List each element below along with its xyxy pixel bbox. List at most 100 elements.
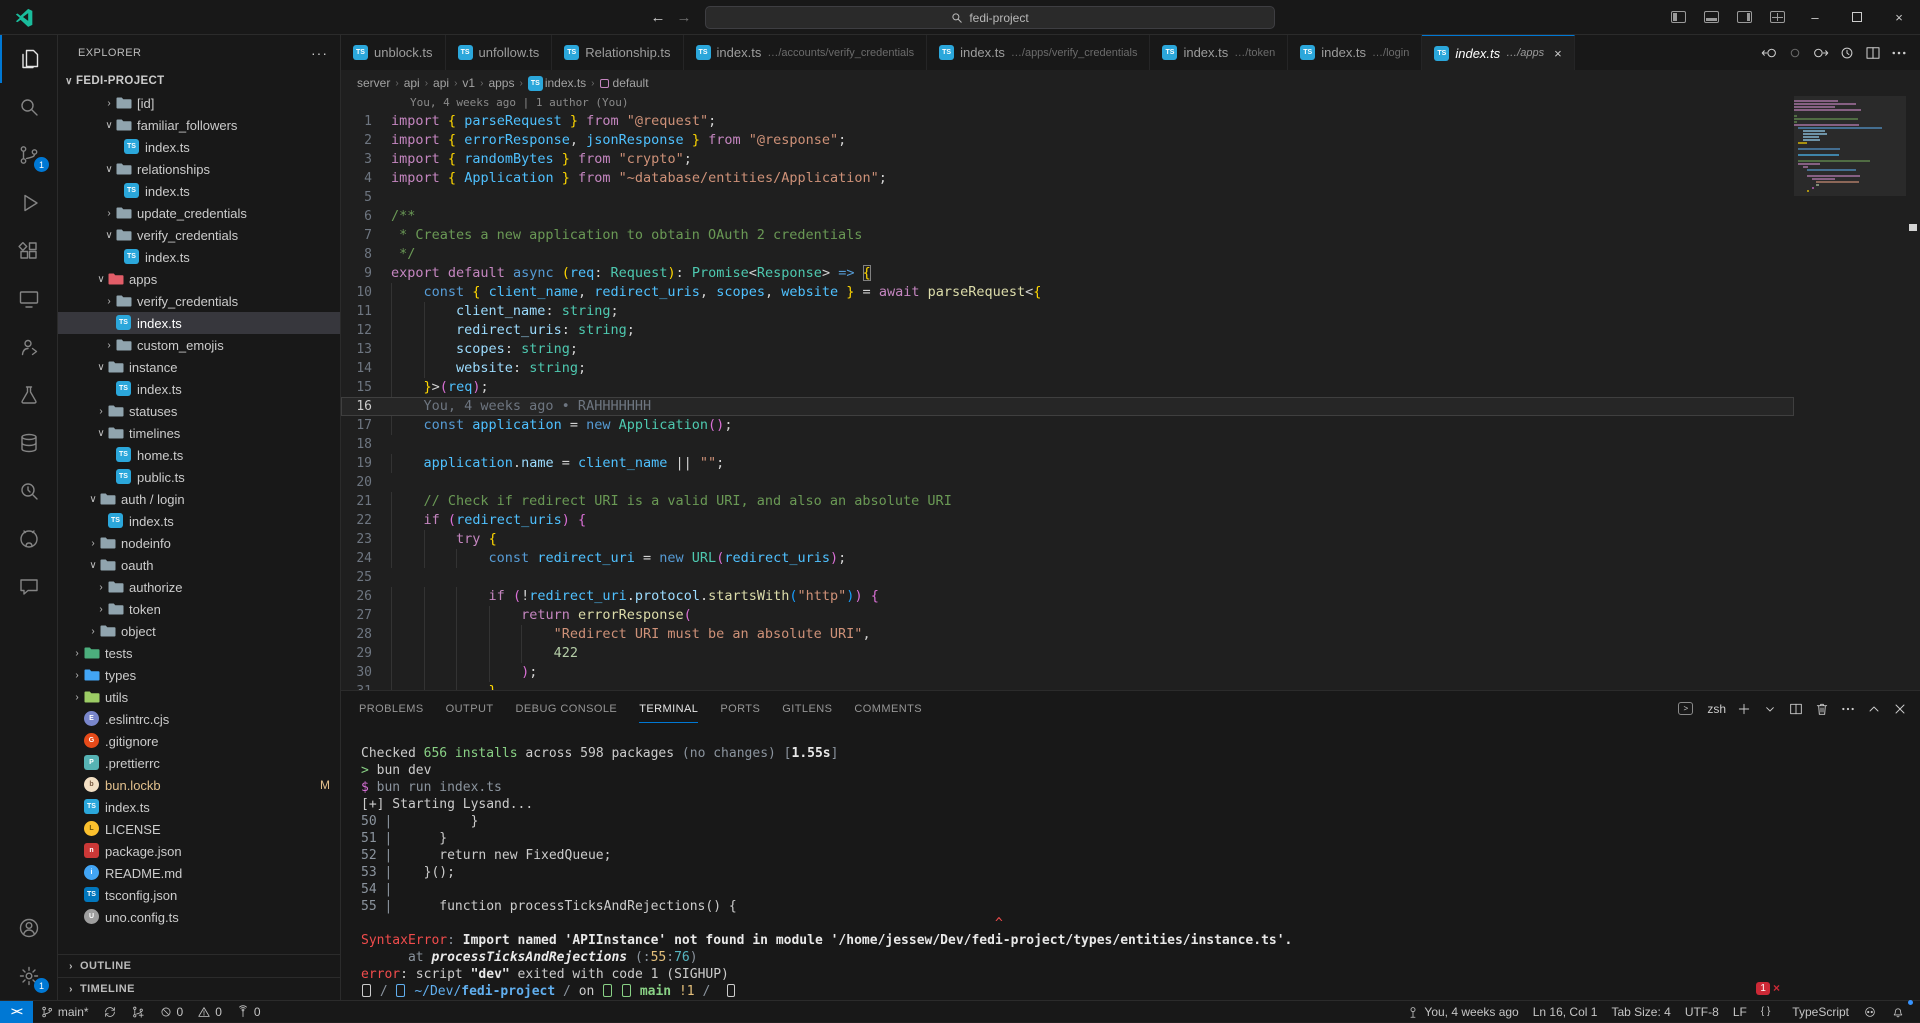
- tree-folder-tests[interactable]: ›tests: [58, 642, 340, 664]
- panel-tab-terminal[interactable]: TERMINAL: [639, 694, 698, 723]
- tree-folder-auth-login[interactable]: ∨auth / login: [58, 488, 340, 510]
- maximize-button[interactable]: [1836, 0, 1878, 34]
- tree-folder-nodeinfo[interactable]: ›nodeinfo: [58, 532, 340, 554]
- tree-item-fedi-project[interactable]: ∨FEDI-PROJECT: [58, 70, 340, 92]
- terminal-error-badge[interactable]: 1 ×: [1756, 981, 1780, 995]
- command-center-search[interactable]: fedi-project: [705, 6, 1275, 29]
- breadcrumb-item-api[interactable]: api: [404, 76, 420, 90]
- statusbar-problems-errors[interactable]: 0: [152, 1001, 191, 1023]
- close-tab-icon[interactable]: ×: [1554, 46, 1562, 61]
- statusbar-problems-warnings[interactable]: 0: [190, 1001, 229, 1023]
- next-change-icon[interactable]: [1810, 42, 1832, 64]
- toggle-panel-icon[interactable]: [1704, 11, 1719, 23]
- tree-folder-familiar-followers[interactable]: ∨familiar_followers: [58, 114, 340, 136]
- tab-unblock-ts[interactable]: TSunblock.ts: [341, 35, 446, 70]
- split-editor-icon[interactable]: [1862, 42, 1884, 64]
- breadcrumb-item-v1[interactable]: v1: [462, 76, 475, 90]
- tree-item--eslintrc-cjs[interactable]: E.eslintrc.cjs: [58, 708, 340, 730]
- tree-item-index-ts[interactable]: TSindex.ts: [58, 180, 340, 202]
- split-terminal-icon[interactable]: [1788, 701, 1804, 717]
- activity-item-comments[interactable]: [0, 563, 58, 611]
- statusbar-remote[interactable]: ><: [0, 1001, 33, 1023]
- panel-tab-output[interactable]: OUTPUT: [446, 694, 494, 723]
- timeline-section[interactable]: ›TIMELINE: [58, 977, 341, 1000]
- more-actions-icon[interactable]: [1888, 42, 1910, 64]
- previous-change-icon[interactable]: [1784, 42, 1806, 64]
- statusbar-language[interactable]: { }TypeScript: [1754, 1001, 1856, 1023]
- tree-folder-instance[interactable]: ∨instance: [58, 356, 340, 378]
- new-terminal-icon[interactable]: [1736, 701, 1752, 717]
- statusbar-cursor-position[interactable]: Ln 16, Col 1: [1526, 1001, 1605, 1023]
- tree-folder-verify-credentials[interactable]: ›verify_credentials: [58, 290, 340, 312]
- tree-item-index-ts[interactable]: TSindex.ts: [58, 796, 340, 818]
- panel-tab-debug-console[interactable]: DEBUG CONSOLE: [516, 694, 618, 723]
- activity-item-database[interactable]: [0, 419, 58, 467]
- minimize-button[interactable]: –: [1794, 0, 1836, 34]
- activity-item-manage[interactable]: 1: [0, 952, 58, 1000]
- breadcrumb-item-api[interactable]: api: [433, 76, 449, 90]
- file-annotations-icon[interactable]: [1836, 42, 1858, 64]
- tree-item-package-json[interactable]: npackage.json: [58, 840, 340, 862]
- activity-item-extensions[interactable]: [0, 227, 58, 275]
- tree-folder-statuses[interactable]: ›statuses: [58, 400, 340, 422]
- tree-folder-timelines[interactable]: ∨timelines: [58, 422, 340, 444]
- explorer-more-actions-icon[interactable]: ···: [311, 45, 328, 61]
- breadcrumb-item-server[interactable]: server: [357, 76, 390, 90]
- outline-section[interactable]: ›OUTLINE: [58, 954, 341, 977]
- tree-item-tsconfig-json[interactable]: TStsconfig.json: [58, 884, 340, 906]
- activity-item-live-share[interactable]: [0, 323, 58, 371]
- tree-item-uno-config-ts[interactable]: Uuno.config.ts: [58, 906, 340, 928]
- statusbar-copilot[interactable]: [1856, 1001, 1884, 1023]
- tab-unfollow-ts[interactable]: TSunfollow.ts: [446, 35, 553, 70]
- activity-item-github[interactable]: [0, 515, 58, 563]
- activity-item-testing[interactable]: [0, 371, 58, 419]
- statusbar-sync[interactable]: [96, 1001, 124, 1023]
- statusbar-gitlens-graph[interactable]: [124, 1001, 152, 1023]
- tree-folder-authorize[interactable]: ›authorize: [58, 576, 340, 598]
- tree-folder-verify-credentials[interactable]: ∨verify_credentials: [58, 224, 340, 246]
- tree-item--prettierrc[interactable]: P.prettierrc: [58, 752, 340, 774]
- shell-label[interactable]: zsh: [1707, 702, 1726, 716]
- tab-index-ts[interactable]: TSindex.ts…/login: [1288, 35, 1422, 70]
- tree-item-license[interactable]: LLICENSE: [58, 818, 340, 840]
- tree-folder-apps[interactable]: ∨apps: [58, 268, 340, 290]
- tree-item-index-ts[interactable]: TSindex.ts: [58, 312, 340, 334]
- statusbar-encoding[interactable]: UTF-8: [1678, 1001, 1726, 1023]
- tree-item-bun-lockb[interactable]: bbun.lockbM: [58, 774, 340, 796]
- minimap[interactable]: [1794, 96, 1906, 690]
- activity-item-explorer[interactable]: [0, 35, 58, 83]
- statusbar-branch[interactable]: main*: [33, 1001, 96, 1023]
- close-panel-icon[interactable]: [1892, 701, 1908, 717]
- panel-tab-gitlens[interactable]: GITLENS: [782, 694, 832, 723]
- tree-item--gitignore[interactable]: G.gitignore: [58, 730, 340, 752]
- statusbar-notifications[interactable]: [1884, 1001, 1912, 1023]
- more-actions-icon[interactable]: [1840, 701, 1856, 717]
- panel-tab-comments[interactable]: COMMENTS: [854, 694, 922, 723]
- statusbar-blame[interactable]: You, 4 weeks ago: [1399, 1001, 1525, 1023]
- nav-back-icon[interactable]: ←: [645, 9, 671, 26]
- tree-folder-types[interactable]: ›types: [58, 664, 340, 686]
- toggle-secondary-sidebar-icon[interactable]: [1737, 11, 1752, 23]
- activity-item-run-debug[interactable]: [0, 179, 58, 227]
- activity-item-gitlens[interactable]: [0, 467, 58, 515]
- tree-folder-relationships[interactable]: ∨relationships: [58, 158, 340, 180]
- toggle-primary-sidebar-icon[interactable]: [1671, 11, 1686, 23]
- tree-folder--id-[interactable]: ›[id]: [58, 92, 340, 114]
- editor-scrollbar[interactable]: [1906, 96, 1920, 690]
- tree-folder-object[interactable]: ›object: [58, 620, 340, 642]
- tree-item-index-ts[interactable]: TSindex.ts: [58, 378, 340, 400]
- statusbar-indentation[interactable]: Tab Size: 4: [1604, 1001, 1677, 1023]
- tab-index-ts[interactable]: TSindex.ts…/apps×: [1422, 35, 1574, 70]
- compare-changes-icon[interactable]: [1758, 42, 1780, 64]
- tree-item-index-ts[interactable]: TSindex.ts: [58, 136, 340, 158]
- tree-folder-utils[interactable]: ›utils: [58, 686, 340, 708]
- statusbar-eol[interactable]: LF: [1726, 1001, 1754, 1023]
- terminal-output[interactable]: Checked 656 installs across 598 packages…: [361, 745, 1900, 1000]
- tree-item-readme-md[interactable]: iREADME.md: [58, 862, 340, 884]
- tab-index-ts[interactable]: TSindex.ts…/token: [1150, 35, 1288, 70]
- activity-item-accounts[interactable]: [0, 904, 58, 952]
- activity-item-search[interactable]: [0, 83, 58, 131]
- tree-folder-oauth[interactable]: ∨oauth: [58, 554, 340, 576]
- statusbar-broadcast[interactable]: 0: [229, 1001, 268, 1023]
- tree-item-index-ts[interactable]: TSindex.ts: [58, 246, 340, 268]
